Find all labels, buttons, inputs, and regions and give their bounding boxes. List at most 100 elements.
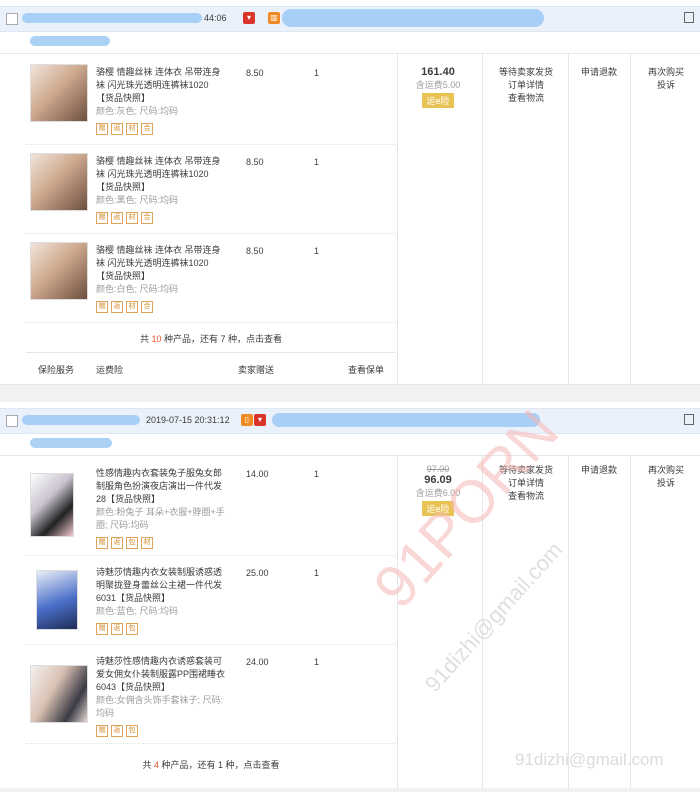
order-actions: 再次购买 投诉 (632, 66, 700, 92)
refund-link[interactable]: 申请退款 (570, 66, 628, 79)
badge: 合 (141, 301, 153, 313)
total-amount: 161.40 (421, 66, 455, 78)
service-badges: 赠返材合 (96, 121, 226, 135)
badge: 包 (126, 537, 138, 549)
product-thumbnail[interactable] (30, 153, 88, 211)
product-title[interactable]: 骆樱 情趣丝袜 连体衣 吊带连身袜 闪光珠光透明连裤袜1020 (96, 67, 221, 90)
unit-price: 25.00 (246, 568, 269, 578)
view-policy-link[interactable]: 查看保单 (348, 363, 384, 376)
badge: 赠 (96, 537, 108, 549)
view-logistics-link[interactable]: 查看物流 (484, 490, 568, 503)
snapshot-link[interactable]: 【货品快照】 (96, 182, 150, 192)
order-details-link[interactable]: 订单详情 (484, 477, 568, 490)
snapshot-link[interactable]: 【货品快照】 (116, 682, 170, 692)
badge: 材 (126, 301, 138, 313)
quantity: 1 (314, 68, 320, 78)
order-header: 2019-07-15 20:31:12 ▯ ▾ (0, 408, 700, 434)
badge: 材 (126, 123, 138, 135)
order-item: 骆樱 情趣丝袜 连体衣 吊带连身袜 闪光珠光透明连裤袜1020 【货品快照】 颜… (26, 56, 396, 145)
order-checkbox[interactable] (6, 415, 18, 427)
more-products-link[interactable]: 共 10 种产品，还有 7 种，点击查看 (26, 332, 396, 345)
snapshot-link[interactable]: 【货品快照】 (96, 93, 150, 103)
badge: 赠 (96, 123, 108, 135)
unit-price: 8.50 (246, 246, 264, 256)
redacted-seller (30, 36, 110, 46)
badge: 合 (141, 212, 153, 224)
order-checkbox[interactable] (6, 13, 18, 25)
insurance-badge: 运e险 (422, 93, 454, 108)
badge: 赠 (96, 725, 108, 737)
buy-again-link[interactable]: 再次购买 (632, 66, 700, 79)
tmall-icon: ▾ (254, 414, 266, 426)
redacted-shop-name (272, 413, 540, 427)
shipping-fee: 含运费5.00 (415, 80, 461, 90)
order-item: 诗魅莎情趣内衣女装制服诱惑透明聚拢登身蕾丝公主裙一件代发6031【货品快照】 颜… (26, 556, 396, 645)
more-products-link[interactable]: 共 4 种产品，还有 1 种，点击查看 (26, 758, 396, 771)
product-thumbnail[interactable] (30, 665, 88, 723)
order-time: 2019-07-15 20:31:12 (146, 415, 230, 425)
product-title[interactable]: 骆樱 情趣丝袜 连体衣 吊带连身袜 闪光珠光透明连裤袜1020 (96, 245, 221, 268)
order-total: 161.40 含运费5.00 运e险 (398, 66, 478, 108)
badge: 包 (126, 623, 138, 635)
quantity: 1 (314, 246, 320, 256)
product-thumbnail[interactable] (30, 242, 88, 300)
complaint-link[interactable]: 投诉 (632, 477, 700, 490)
complaint-link[interactable]: 投诉 (632, 79, 700, 92)
service-badges: 赠返材合 (96, 210, 226, 224)
quantity: 1 (314, 157, 320, 167)
product-attributes: 颜色:粉兔子 耳朵+衣服+脖圈+手圈; 尺码:均码 (96, 507, 225, 530)
badge: 返 (111, 123, 123, 135)
product-thumbnail[interactable] (36, 570, 78, 630)
badge: 返 (111, 537, 123, 549)
order-item: 骆樱 情趣丝袜 连体衣 吊带连身袜 闪光珠光透明连裤袜1020 【货品快照】 颜… (26, 145, 396, 234)
badge: 返 (111, 212, 123, 224)
product-attributes: 颜色:黑色; 尺码:均码 (96, 195, 179, 205)
redacted-shop-name (282, 9, 544, 27)
unit-price: 8.50 (246, 157, 264, 167)
redacted-order-number (22, 415, 140, 425)
service-badges: 赠返包材 (96, 535, 226, 549)
product-attributes: 颜色:女佣含头饰手套袜子; 尺码:均码 (96, 695, 224, 718)
quantity: 1 (314, 469, 320, 479)
order-subheader (0, 31, 700, 54)
snapshot-link[interactable]: 【货品快照】 (116, 593, 170, 603)
delete-icon[interactable] (684, 414, 694, 425)
badge: 赠 (96, 212, 108, 224)
order-status: 等待卖家发货 订单详情 查看物流 (484, 464, 568, 503)
badge: 返 (111, 725, 123, 737)
redacted-seller (30, 438, 112, 448)
order-header: 44:06 ▾ ▥ (0, 6, 700, 32)
order-time: 44:06 (204, 13, 227, 23)
quantity: 1 (314, 657, 320, 667)
product-thumbnail[interactable] (30, 473, 74, 537)
badge: 合 (141, 123, 153, 135)
status-text: 等待卖家发货 (498, 67, 553, 77)
badge: 材 (126, 212, 138, 224)
tmall-icon: ▾ (243, 12, 255, 24)
order-item: 性感情趣内衣套装兔子服兔女郎制服角色扮演夜店演出一件代发28【货品快照】 颜色:… (26, 457, 396, 556)
shipping-fee: 含运费6.00 (415, 488, 461, 498)
service-row: 保险服务 运费险 卖家赠送 查看保单 (26, 352, 396, 383)
order-card-2: 2019-07-15 20:31:12 ▯ ▾ 性感情趣内衣套装兔子服兔女郎制服… (0, 402, 700, 789)
insurance-service-label: 保险服务 (38, 365, 75, 375)
buy-again-link[interactable]: 再次购买 (632, 464, 700, 477)
order-item: 诗魅莎性感情趣内衣诱惑套装可爱女佣女仆装制服露PP围裙睡衣6043【货品快照】 … (26, 645, 396, 744)
service-badges: 赠返材合 (96, 299, 226, 313)
refund-link[interactable]: 申请退款 (570, 464, 628, 477)
product-attributes: 颜色:白色; 尺码:均码 (96, 284, 179, 294)
snapshot-link[interactable]: 【货品快照】 (96, 271, 150, 281)
delete-icon[interactable] (684, 12, 694, 23)
product-title[interactable]: 骆樱 情趣丝袜 连体衣 吊带连身袜 闪光珠光透明连裤袜1020 (96, 156, 221, 179)
order-details-link[interactable]: 订单详情 (484, 79, 568, 92)
snapshot-link[interactable]: 【货品快照】 (106, 494, 160, 504)
redacted-order-number (22, 13, 202, 23)
status-text: 等待卖家发货 (498, 465, 553, 475)
product-attributes: 颜色:蓝色; 尺码:均码 (96, 606, 179, 616)
view-logistics-link[interactable]: 查看物流 (484, 92, 568, 105)
product-thumbnail[interactable] (30, 64, 88, 122)
insurance-badge: 运e险 (422, 501, 454, 516)
service-badges: 赠返包 (96, 621, 226, 635)
badge: 包 (126, 725, 138, 737)
service-badges: 赠返包 (96, 723, 226, 737)
product-attributes: 颜色:灰色; 尺码:均码 (96, 106, 179, 116)
